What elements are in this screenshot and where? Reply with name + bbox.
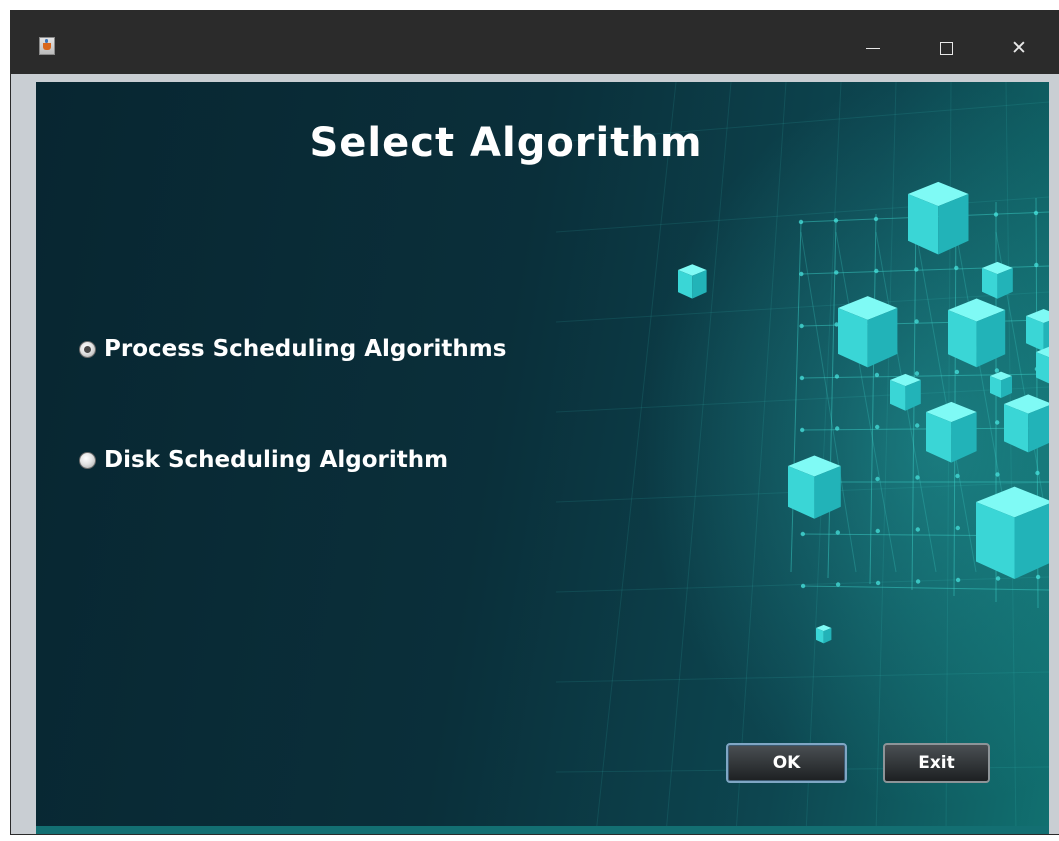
maximize-button[interactable] <box>926 32 966 64</box>
maximize-icon <box>939 41 953 55</box>
radio-unselected-icon[interactable] <box>79 451 96 469</box>
java-cup-icon <box>39 37 55 55</box>
ok-button[interactable]: OK <box>726 743 847 783</box>
bottom-border <box>36 826 1049 834</box>
page-title: Select Algorithm <box>309 120 703 166</box>
application-window: ✕ Select Algorithm Process Scheduling Al… <box>10 10 1059 835</box>
process-scheduling-radio[interactable]: Process Scheduling Algorithms <box>79 336 506 362</box>
radio-selected-icon[interactable] <box>79 340 96 358</box>
main-panel: Select Algorithm Process Scheduling Algo… <box>36 82 1049 834</box>
title-bar[interactable]: ✕ <box>11 10 1059 74</box>
minimize-icon <box>866 47 880 49</box>
radio-label-disk-scheduling[interactable]: Disk Scheduling Algorithm <box>104 447 448 473</box>
minimize-button[interactable] <box>853 32 893 64</box>
disk-scheduling-radio[interactable]: Disk Scheduling Algorithm <box>79 447 448 473</box>
exit-button[interactable]: Exit <box>883 743 990 783</box>
close-button[interactable]: ✕ <box>999 32 1039 64</box>
radio-label-process-scheduling[interactable]: Process Scheduling Algorithms <box>104 336 506 362</box>
close-icon: ✕ <box>1011 36 1027 59</box>
